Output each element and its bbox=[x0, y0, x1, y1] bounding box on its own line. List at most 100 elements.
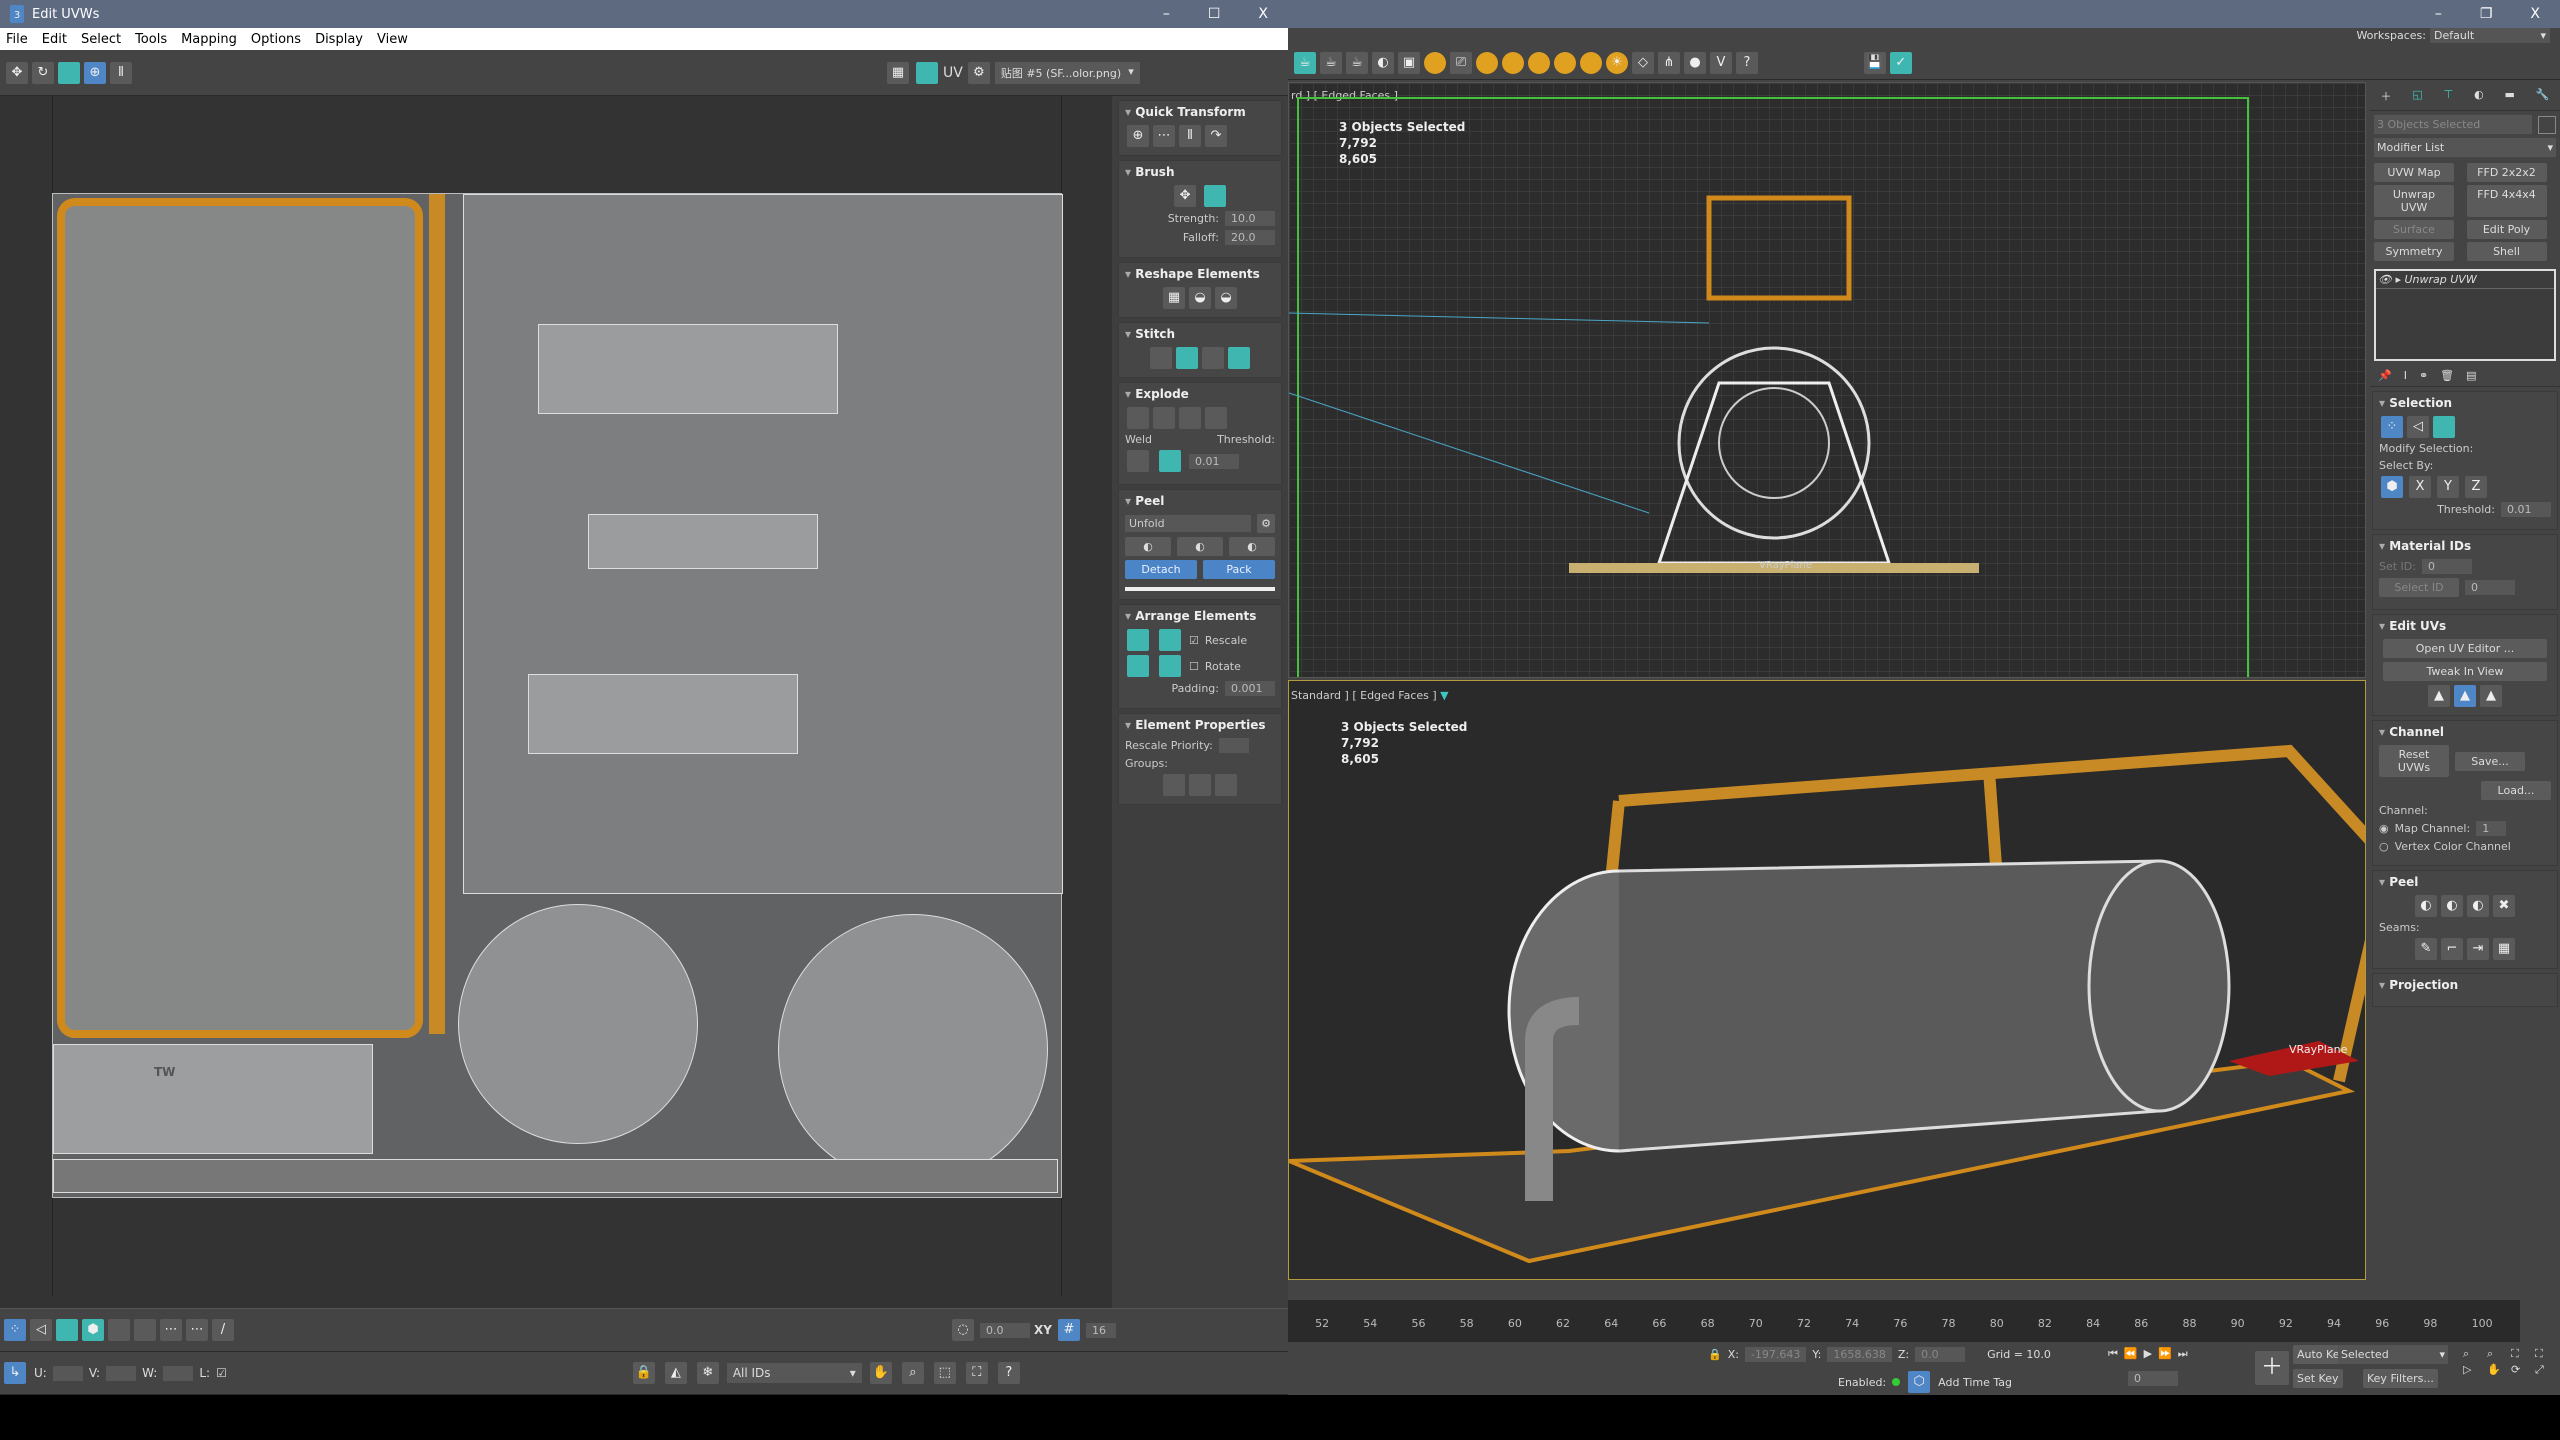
stitch-custom-icon[interactable] bbox=[1150, 347, 1172, 369]
edit-poly-button[interactable]: Edit Poly bbox=[2466, 220, 2547, 239]
select-id-button[interactable]: Select ID bbox=[2379, 578, 2459, 597]
element-mode-icon[interactable]: ⬢ bbox=[82, 1319, 104, 1341]
ffd-2x2x2-button[interactable]: FFD 2x2x2 bbox=[2466, 163, 2547, 182]
set-key-button[interactable]: Set Key bbox=[2293, 1369, 2343, 1388]
modify-tab-icon[interactable]: ◱ bbox=[2412, 88, 2422, 104]
grid-snap-icon[interactable]: # bbox=[1057, 1319, 1080, 1341]
y-field[interactable]: 1658.638 bbox=[1827, 1347, 1892, 1362]
vray-light-icon[interactable] bbox=[1476, 52, 1498, 74]
u-field[interactable] bbox=[52, 1365, 83, 1381]
brush-move-icon[interactable]: ✥ bbox=[1174, 185, 1197, 207]
zoom-icon[interactable]: ⌕ bbox=[901, 1362, 924, 1384]
object-name-field[interactable]: 3 Objects Selected bbox=[2374, 115, 2532, 134]
zoom-all-icon[interactable]: ⌕ bbox=[2487, 1347, 2509, 1361]
proxy-icon[interactable]: ◇ bbox=[1632, 52, 1654, 74]
rollout-title[interactable]: Channel bbox=[2379, 725, 2551, 739]
hierarchy-tab-icon[interactable]: ⊤ bbox=[2444, 88, 2454, 104]
pan-icon[interactable]: ✋ bbox=[2487, 1363, 2509, 1377]
edge-mode-icon[interactable]: ◁ bbox=[2407, 416, 2429, 438]
orbit-icon[interactable]: ⟳ bbox=[2511, 1363, 2533, 1377]
reset-peel-icon[interactable]: ◐ bbox=[1229, 537, 1275, 556]
map-channel-radio[interactable]: ◉ bbox=[2379, 822, 2389, 835]
modifier-list-dropdown[interactable]: Modifier List ▾ bbox=[2374, 138, 2556, 157]
rollout-title[interactable]: Reshape Elements bbox=[1125, 267, 1275, 281]
mirror-y-icon[interactable]: Y bbox=[2437, 476, 2459, 498]
face-mode-icon[interactable] bbox=[56, 1319, 78, 1341]
shrink-icon[interactable] bbox=[134, 1319, 156, 1341]
pack-normalize-icon[interactable] bbox=[1127, 655, 1149, 677]
point-to-point-seam-icon[interactable]: ⌐ bbox=[2441, 938, 2463, 960]
teapot-icon[interactable]: ☕ bbox=[1320, 52, 1342, 74]
xy-toggle[interactable]: XY bbox=[1034, 1323, 1052, 1337]
pack-together-icon[interactable] bbox=[1159, 629, 1181, 651]
seams-from-grid-icon[interactable]: ▦ bbox=[2493, 938, 2515, 960]
current-frame-spinner[interactable]: 0 bbox=[2128, 1371, 2178, 1386]
goto-end-icon[interactable]: ⏭ bbox=[2178, 1347, 2188, 1361]
checker-icon[interactable]: ▦ bbox=[887, 62, 909, 84]
render-setup-icon[interactable]: ☕ bbox=[1294, 52, 1316, 74]
rollout-title[interactable]: Material IDs bbox=[2379, 539, 2551, 553]
add-time-tag-icon[interactable]: ⬡ bbox=[1908, 1371, 1931, 1393]
relax-icon[interactable]: ◒ bbox=[1189, 287, 1211, 309]
rollout-title[interactable]: Projection bbox=[2379, 978, 2551, 992]
rollout-title[interactable]: Quick Transform bbox=[1125, 105, 1275, 119]
edit-seams-icon[interactable]: ✎ bbox=[2415, 938, 2437, 960]
stitch-target-icon[interactable] bbox=[1176, 347, 1198, 369]
rollout-title[interactable]: Explode bbox=[1125, 387, 1275, 401]
workspace-dropdown[interactable]: Default ▾ bbox=[2430, 28, 2550, 43]
max-minimize-button[interactable]: – bbox=[2435, 6, 2442, 22]
pelt-icon[interactable]: ✖ bbox=[2493, 895, 2515, 917]
ies-light-icon[interactable] bbox=[1580, 52, 1602, 74]
edge-mode-icon[interactable]: ◁ bbox=[30, 1319, 52, 1341]
symmetry-button[interactable]: Symmetry bbox=[2374, 242, 2454, 261]
vertex-mode-icon[interactable]: ⁘ bbox=[2381, 416, 2403, 438]
rotate-cw-icon[interactable]: ↷ bbox=[1205, 125, 1227, 147]
save-uvs-button[interactable]: Save... bbox=[2455, 751, 2525, 771]
prev-frame-icon[interactable]: ⏪ bbox=[2124, 1347, 2138, 1361]
peel-icon[interactable]: ◐ bbox=[1177, 537, 1223, 556]
reset-uvws-button[interactable]: Reset UVWs bbox=[2379, 745, 2449, 777]
zoom-extents-icon[interactable]: ⛶ bbox=[965, 1362, 988, 1384]
ffd-4x4x4-button[interactable]: FFD 4x4x4 bbox=[2466, 185, 2547, 217]
ring-icon[interactable]: ⋯ bbox=[186, 1319, 208, 1341]
edge-sel-to-seam-icon[interactable]: ⇥ bbox=[2467, 938, 2489, 960]
stitch-average-icon[interactable] bbox=[1202, 347, 1224, 369]
polygon-mode-icon[interactable] bbox=[2433, 416, 2455, 438]
quick-planar-icon[interactable]: ▲ bbox=[2428, 685, 2450, 707]
texture-settings-icon[interactable]: ⚙ bbox=[967, 62, 990, 84]
light-icon[interactable] bbox=[1424, 52, 1446, 74]
selection-lock-icon[interactable]: 🔒 bbox=[1708, 1348, 1722, 1361]
planar-preview-icon[interactable]: ▲ bbox=[2454, 685, 2476, 707]
vertex-color-radio[interactable]: ○ bbox=[2379, 840, 2389, 853]
paint-select-icon[interactable]: / bbox=[212, 1319, 234, 1341]
zoom-icon[interactable]: ⌕ bbox=[2463, 1347, 2485, 1361]
zoom-extents-all-icon[interactable]: ⛶ bbox=[2535, 1347, 2557, 1361]
weld-target-icon[interactable] bbox=[1127, 450, 1149, 472]
grid-spinner[interactable]: 16 bbox=[1085, 1322, 1116, 1338]
make-unique-icon[interactable]: ⚭ bbox=[2419, 369, 2428, 382]
show-map-icon[interactable] bbox=[916, 62, 938, 84]
stitch-source-icon[interactable] bbox=[1228, 347, 1250, 369]
configure-sets-icon[interactable]: ▤ bbox=[2466, 369, 2476, 382]
pack-button[interactable]: Pack bbox=[1203, 560, 1275, 579]
rollout-title[interactable]: Selection bbox=[2379, 396, 2551, 410]
align-icon[interactable]: ⊕ bbox=[1127, 125, 1149, 147]
object-color-swatch[interactable] bbox=[2538, 115, 2556, 134]
lock-icon[interactable]: 🔒 bbox=[632, 1362, 655, 1384]
camera-icon[interactable]: ⎚ bbox=[1450, 52, 1472, 74]
maximize-button[interactable]: ☐ bbox=[1208, 6, 1221, 22]
help-icon[interactable]: ? bbox=[1736, 52, 1758, 74]
max-restore-button[interactable]: ❐ bbox=[2480, 6, 2493, 22]
remove-modifier-icon[interactable]: 🗑 bbox=[2440, 369, 2454, 382]
key-filters-button[interactable]: Key Filters... bbox=[2363, 1369, 2438, 1388]
next-frame-icon[interactable]: ⏩ bbox=[2158, 1347, 2172, 1361]
menu-file[interactable]: File bbox=[6, 32, 28, 47]
mesh-light-icon[interactable] bbox=[1554, 52, 1576, 74]
rollout-title[interactable]: Stitch bbox=[1125, 327, 1275, 341]
save-icon[interactable]: 💾 bbox=[1863, 52, 1886, 74]
loop-icon[interactable]: ⋯ bbox=[160, 1319, 182, 1341]
quick-peel-icon[interactable]: ◐ bbox=[1125, 537, 1171, 556]
relax-settings-icon[interactable]: ◒ bbox=[1215, 287, 1237, 309]
render-icon[interactable]: ☕ bbox=[1346, 52, 1368, 74]
padding-spinner[interactable]: 0.001 bbox=[1225, 681, 1275, 696]
